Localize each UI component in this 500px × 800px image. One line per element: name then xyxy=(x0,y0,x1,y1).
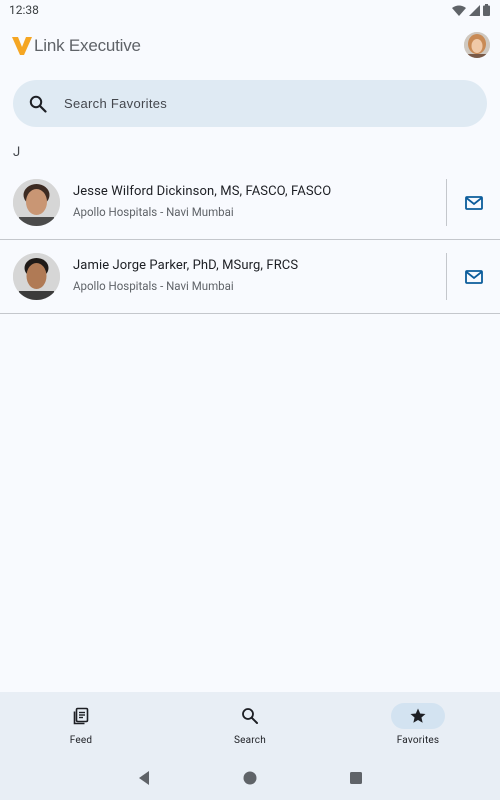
feed-icon xyxy=(73,707,89,725)
app-header: Link Executive xyxy=(0,28,500,64)
battery-icon xyxy=(483,4,490,16)
nav-item-feed[interactable]: Feed xyxy=(21,692,141,756)
star-icon xyxy=(410,708,426,723)
bottom-navigation: Feed Search Favorites xyxy=(0,692,500,756)
avatar xyxy=(13,253,60,300)
nav-item-favorites[interactable]: Favorites xyxy=(358,692,478,756)
avatar xyxy=(13,179,60,226)
signal-icon xyxy=(469,4,480,16)
search-input[interactable] xyxy=(62,95,446,112)
search-bar[interactable] xyxy=(13,80,487,127)
mail-icon xyxy=(465,270,483,284)
profile-photo xyxy=(464,32,490,58)
status-bar: 12:38 xyxy=(0,0,500,20)
search-nav-icon-wrap xyxy=(223,703,277,729)
search-icon xyxy=(242,708,258,724)
veeva-v-icon xyxy=(12,37,32,55)
app-logo: Link Executive xyxy=(12,36,141,56)
mail-icon xyxy=(465,196,483,210)
star-icon-wrap xyxy=(391,703,445,729)
system-navigation-bar xyxy=(0,756,500,800)
back-icon[interactable] xyxy=(136,770,152,786)
email-button[interactable] xyxy=(460,191,488,215)
nav-label-favorites: Favorites xyxy=(396,735,440,746)
contact-name: Jesse Wilford Dickinson, MS, FASCO, FASC… xyxy=(73,184,332,199)
wifi-icon xyxy=(452,5,466,16)
nav-item-search[interactable]: Search xyxy=(190,692,310,756)
contact-organization: Apollo Hospitals - Navi Mumbai xyxy=(73,279,234,293)
email-button[interactable] xyxy=(460,265,488,289)
contact-photo xyxy=(13,179,60,226)
list-item[interactable]: Jamie Jorge Parker, PhD, MSurg, FRCS Apo… xyxy=(0,240,500,314)
contact-photo xyxy=(13,253,60,300)
row-divider xyxy=(446,179,447,226)
feed-icon-wrap xyxy=(54,703,108,729)
favorites-list: Jesse Wilford Dickinson, MS, FASCO, FASC… xyxy=(0,166,500,314)
profile-avatar[interactable] xyxy=(464,32,490,58)
status-time: 12:38 xyxy=(9,3,39,17)
recents-icon[interactable] xyxy=(348,770,364,786)
status-icons xyxy=(452,4,490,16)
logo-text: Link Executive xyxy=(34,36,141,55)
contact-name: Jamie Jorge Parker, PhD, MSurg, FRCS xyxy=(73,258,299,273)
list-item[interactable]: Jesse Wilford Dickinson, MS, FASCO, FASC… xyxy=(0,166,500,240)
nav-label-search: Search xyxy=(234,735,266,746)
section-header-letter: J xyxy=(13,145,21,160)
nav-label-feed: Feed xyxy=(69,735,93,746)
home-icon[interactable] xyxy=(242,770,258,786)
search-icon xyxy=(28,94,48,114)
row-divider xyxy=(446,253,447,300)
contact-organization: Apollo Hospitals - Navi Mumbai xyxy=(73,205,234,219)
